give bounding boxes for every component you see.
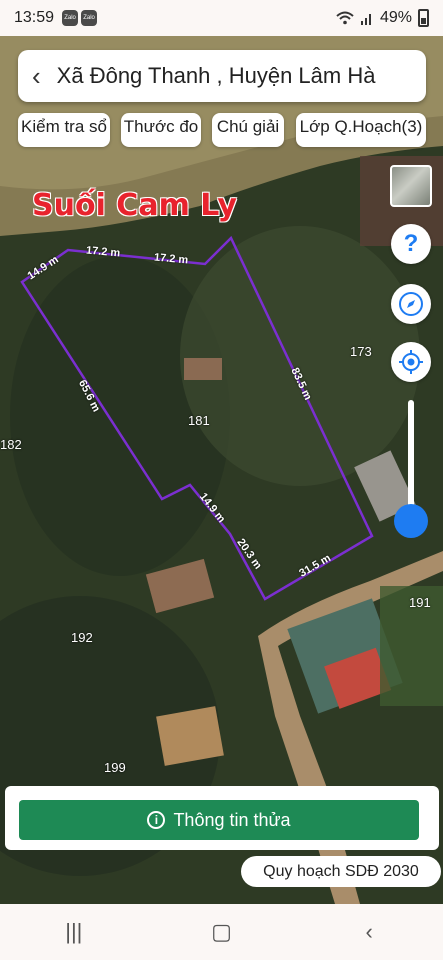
parcel-number-182[interactable]: 182 xyxy=(0,437,22,452)
parcel-info-button[interactable]: i Thông tin thửa xyxy=(19,800,419,840)
wifi-icon xyxy=(336,11,354,25)
parcel-number-192[interactable]: 192 xyxy=(71,630,93,645)
opacity-slider-thumb[interactable] xyxy=(394,504,428,538)
map-imagery xyxy=(0,36,443,904)
recent-apps-button[interactable]: ||| xyxy=(44,919,104,945)
system-nav-bar: ||| ▢ ‹ xyxy=(0,904,443,960)
home-button[interactable]: ▢ xyxy=(191,919,251,945)
zalo-icon: Zalo xyxy=(62,10,79,26)
location-title: Xã Đông Thanh , Huyện Lâm Hà xyxy=(56,63,376,88)
question-icon: ? xyxy=(403,230,419,257)
back-button[interactable]: ‹ xyxy=(339,919,399,945)
parcel-number-181[interactable]: 181 xyxy=(188,413,210,428)
legend-button[interactable]: Chú giải xyxy=(212,113,284,147)
planning-layer-button[interactable]: Lớp Q.Hoạch(3) xyxy=(296,113,426,147)
zalo-icon: Zalo xyxy=(81,10,98,26)
measure-button[interactable]: Thước đo xyxy=(121,113,201,147)
stream-label: Suối Cam Ly xyxy=(32,188,237,223)
check-title-button[interactable]: Kiểm tra sổ xyxy=(18,113,110,147)
status-time: 13:59 xyxy=(14,9,55,26)
info-icon: i xyxy=(147,811,166,829)
signal-icon xyxy=(360,14,371,25)
parcel-number-173[interactable]: 173 xyxy=(350,344,372,359)
parcel-number-199[interactable]: 199 xyxy=(104,760,126,775)
battery-percent: 49% xyxy=(379,9,412,26)
status-right: 49% xyxy=(336,9,429,27)
locate-button[interactable] xyxy=(391,342,431,382)
compass-button[interactable] xyxy=(391,284,431,324)
locate-icon xyxy=(399,350,423,374)
status-bar: 13:59 Zalo Zalo 49% xyxy=(0,0,443,36)
parcel-info-label: Thông tin thửa xyxy=(173,809,291,830)
map-layer-thumbnail[interactable] xyxy=(390,165,432,207)
parcel-number-191[interactable]: 191 xyxy=(409,595,431,610)
planning-badge[interactable]: Quy hoạch SDĐ 2030 xyxy=(241,856,441,887)
back-arrow-icon[interactable]: ‹ xyxy=(32,63,41,89)
help-button[interactable]: ? xyxy=(391,224,431,264)
location-header: ‹ Xã Đông Thanh , Huyện Lâm Hà xyxy=(18,50,426,102)
battery-icon xyxy=(418,9,429,27)
compass-icon xyxy=(399,292,423,316)
info-panel: i Thông tin thửa xyxy=(5,786,439,850)
satellite-map[interactable] xyxy=(0,36,443,904)
